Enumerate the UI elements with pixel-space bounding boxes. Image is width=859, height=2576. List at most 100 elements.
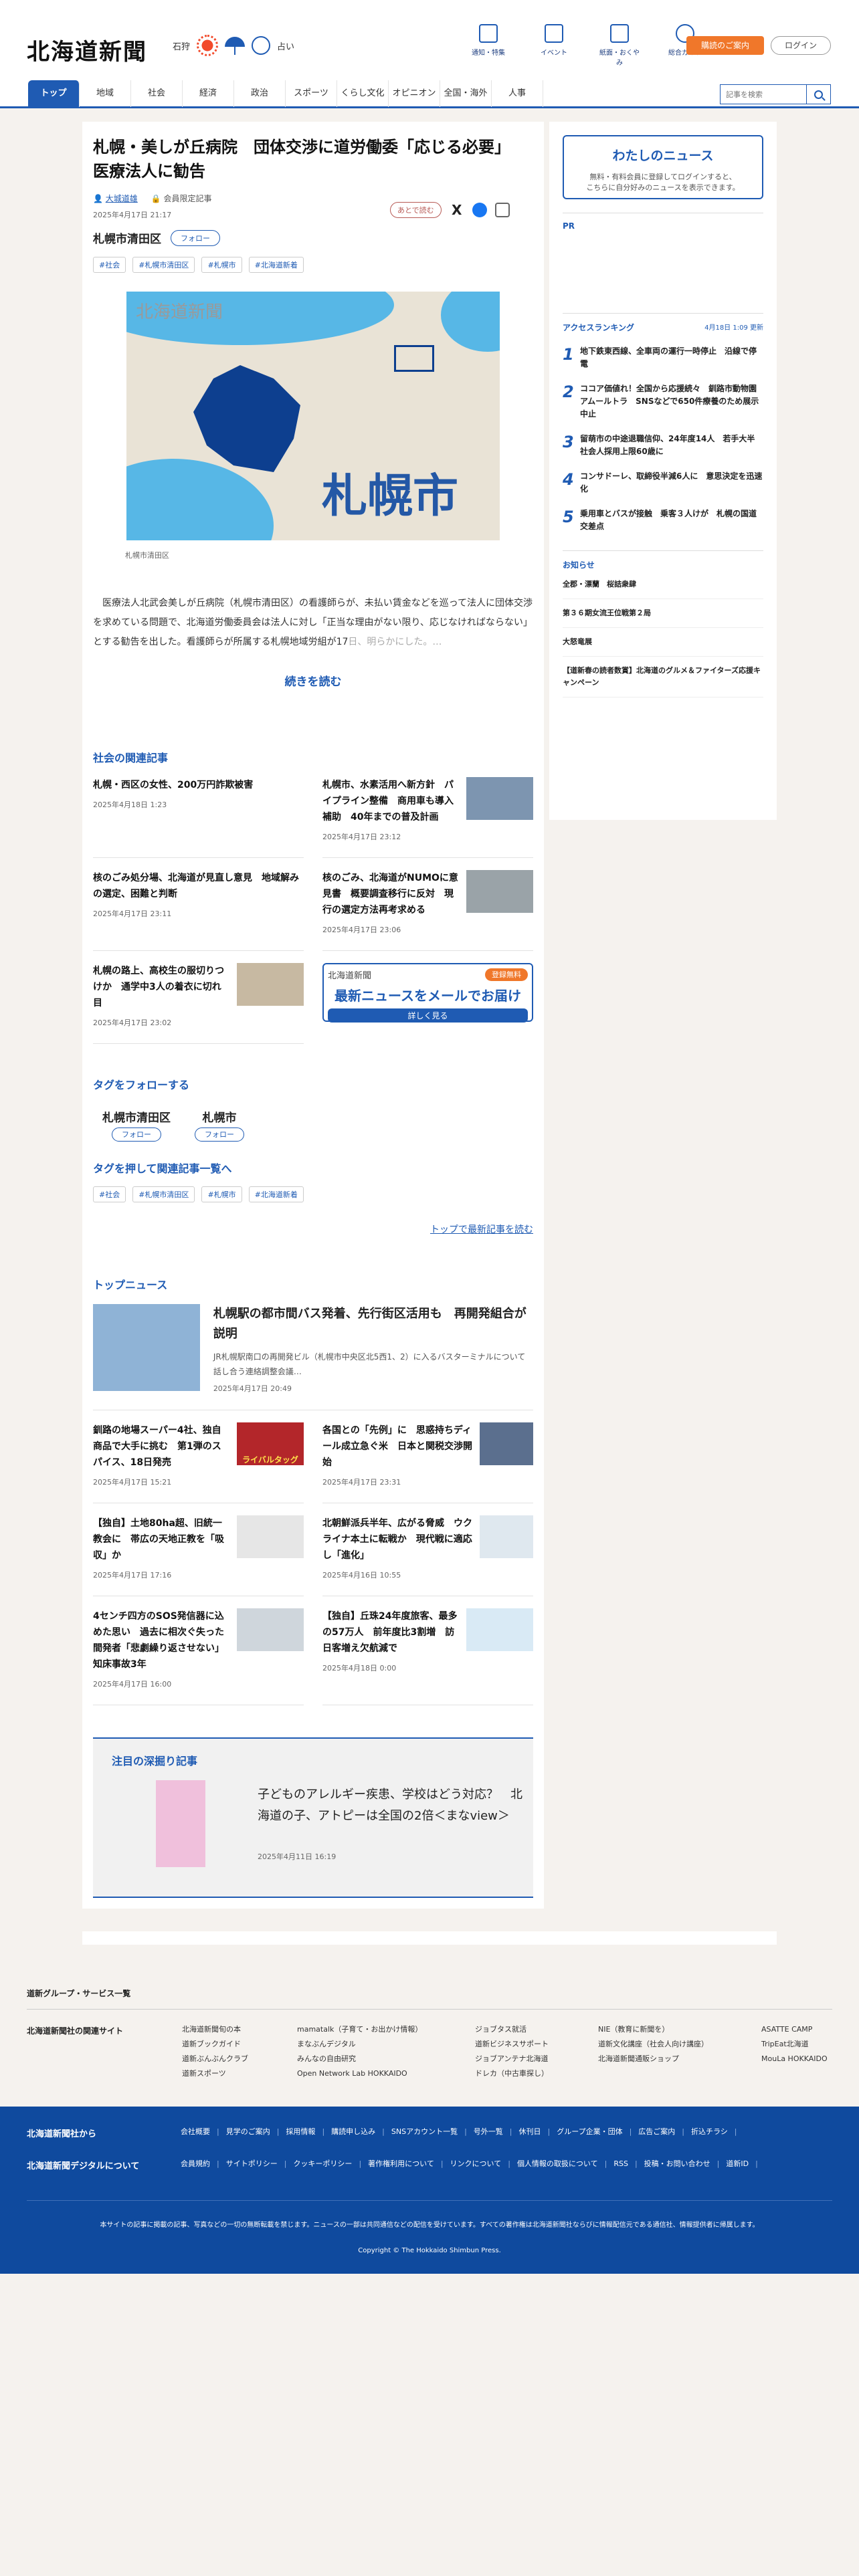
top-news-item[interactable]: 【独自】丘珠24年度旅客、最多の57万人 前年度比3割増 訪日客増え欠航減で 20… (322, 1608, 533, 1705)
follow-button[interactable]: フォロー (112, 1128, 161, 1142)
site-logo[interactable]: 北海道新聞 (27, 33, 147, 66)
footer-link[interactable]: サイトポリシー (226, 2156, 287, 2172)
x-share-icon[interactable]: X (450, 203, 464, 217)
nav-item-top[interactable]: トップ (28, 80, 80, 107)
related-item[interactable]: 核のごみ、北海道がNUMOに意見書 概要調査移行に反対 現行の選定方法再考求める… (322, 870, 533, 951)
nav-item-culture[interactable]: くらし文化 (337, 80, 389, 107)
related-item[interactable]: 札幌市、水素活用へ新方針 パイプライン整備 商用車も導入補助 40年までの普及計… (322, 777, 533, 858)
ranking-item[interactable]: 1 地下鉄東西線、全車両の運行一時停止 沿線で停電 (563, 345, 763, 370)
banner-button[interactable]: 詳しく見る (328, 1008, 528, 1023)
ranking-item[interactable]: 4 コンサドーレ、取締役半減6人に 意思決定を迅速化 (563, 470, 763, 496)
search-button[interactable] (806, 85, 830, 104)
footer-link[interactable]: 著作権利用について (368, 2156, 443, 2172)
top-latest-link[interactable]: トップで最新記事を読む (93, 1222, 533, 1236)
footer-link[interactable]: 道新ブックガイド (182, 2037, 248, 2052)
footer-link[interactable]: mamatalk（子育て・お出かけ情報） (297, 2022, 422, 2037)
top-news-item[interactable]: 北朝鮮派兵半年、広がる脅威 ウクライナ本土に転戦か 現代戦に適応し「進化」 202… (322, 1515, 533, 1596)
nav-item-region[interactable]: 地域 (80, 80, 131, 107)
footer-link[interactable]: 広告ご案内 (638, 2124, 684, 2140)
tag-link[interactable]: #札幌市 (201, 1186, 242, 1202)
ranking-item[interactable]: 5 乗用車とバスが接触 乗客３人けが 札幌の国道交差点 (563, 508, 763, 533)
fortune-label[interactable]: 占い (277, 39, 294, 52)
nav-item-sports[interactable]: スポーツ (286, 80, 337, 107)
ranking-heading[interactable]: アクセスランキング (563, 322, 634, 333)
footer-link[interactable]: TripEat北海道 (761, 2037, 828, 2052)
share-icon[interactable] (494, 203, 510, 217)
tag-link[interactable]: #北海道新着 (248, 257, 304, 273)
related-item[interactable]: 札幌の路上、高校生の服切りつけか 通学中3人の着衣に切れ目 2025年4月17日 … (93, 963, 304, 1044)
weather-widget[interactable]: 石狩 占い (173, 35, 294, 56)
read-more-button[interactable]: 続きを読む (93, 672, 533, 689)
header-paper[interactable]: 紙面・おくやみ (598, 24, 641, 67)
tag-link[interactable]: #札幌市 (201, 257, 242, 273)
footer-link[interactable]: RSS (613, 2156, 637, 2172)
notice-item[interactable]: 全郡・漂蘭 桜詰衆肆 (563, 570, 763, 599)
related-item[interactable]: 札幌・西区の女性、200万円詐欺被害 2025年4月18日 1:23 (93, 777, 304, 858)
footer-link[interactable]: 購読申し込み (331, 2124, 385, 2140)
top-news-lead[interactable]: 札幌駅の都市間バス発着、先行街区活用も 再開発組合が説明 JR札幌駅南口の再開発… (93, 1304, 533, 1410)
footer-link[interactable]: 会員規約 (181, 2156, 219, 2172)
footer-link[interactable]: 見学のご案内 (226, 2124, 280, 2140)
footer-link[interactable]: クッキーポリシー (293, 2156, 361, 2172)
nav-item-world[interactable]: 全国・海外 (440, 80, 492, 107)
follow-button[interactable]: フォロー (195, 1128, 244, 1142)
search-input[interactable] (721, 85, 806, 104)
footer-link[interactable]: ドレカ（中古車探し） (475, 2066, 549, 2081)
related-item[interactable]: 核のごみ処分場、北海道が見直し意見 地域解みの選定、困難と判断 2025年4月17… (93, 870, 304, 951)
tag-link[interactable]: #札幌市清田区 (132, 257, 195, 273)
footer-link[interactable]: 道新スポーツ (182, 2066, 248, 2081)
footer-link[interactable]: 会社概要 (181, 2124, 219, 2140)
footer-link[interactable]: リンクについて (450, 2156, 510, 2172)
nav-item-personnel[interactable]: 人事 (492, 80, 543, 107)
nav-item-society[interactable]: 社会 (131, 80, 183, 107)
footer-link[interactable]: NIE（教育に新聞を） (598, 2022, 708, 2037)
footer-link[interactable]: 休刊日 (519, 2124, 551, 2140)
read-later-button[interactable]: あとで読む (390, 202, 442, 218)
footer-link[interactable]: 道新ID (726, 2156, 757, 2172)
footer-link[interactable]: ジョブタス就活 (475, 2022, 549, 2037)
top-news-item[interactable]: 4センチ四方のSOS発信器に込めた思い 過去に相次ぐ失った間発者「悲劇繰り返させ… (93, 1608, 304, 1705)
ranking-item[interactable]: 3 留萌市の中途退職信仰、24年度14人 若手大半 社会人採用上限60歳に (563, 433, 763, 458)
feature-box[interactable]: 注目の深掘り記事 子どものアレルギー疾患、学校はどう対応？ 北海道の子、アトピー… (93, 1737, 533, 1898)
footer-link[interactable]: ジョブアンテナ北海道 (475, 2052, 549, 2066)
region-follow-button[interactable]: フォロー (171, 229, 220, 246)
nav-item-opinion[interactable]: オピニオン (389, 80, 440, 107)
top-news-item[interactable]: 各国との「先例」に 思惑持ちディール成立急ぐ米 日本と関税交渉開始 2025年4月… (322, 1422, 533, 1503)
footer-link[interactable]: 折込チラシ (691, 2124, 737, 2140)
footer-link[interactable]: 号外一覧 (474, 2124, 512, 2140)
feature-heading[interactable]: 注目の深掘り記事 (112, 1752, 514, 1768)
footer-link[interactable]: グループ企業・団体 (557, 2124, 632, 2140)
tag-link[interactable]: #社会 (93, 257, 126, 273)
footer-link[interactable]: 道新ビジネスサポート (475, 2037, 549, 2052)
footer-link[interactable]: まなぶんデジタル (297, 2037, 422, 2052)
newsletter-banner[interactable]: 北海道新聞 登録無料 最新ニュースをメールでお届け 詳しく見る (322, 963, 533, 1023)
tag-link[interactable]: #社会 (93, 1186, 126, 1202)
my-news-box[interactable]: わたしのニュース 無料・有料会員に登録してログインすると、 こちらに自分好みのニュ… (563, 135, 763, 199)
notice-item[interactable]: 第３６期女流王位戦第２局 (563, 599, 763, 628)
tag-link[interactable]: #札幌市清田区 (132, 1186, 195, 1202)
group-services-link[interactable]: 道新グループ・サービス一覧 (27, 1988, 130, 1999)
subscribe-button[interactable]: 購読のご案内 (686, 36, 764, 55)
top-news-item[interactable]: 【独自】土地80ha超、旧統一教会に 帯広の天地正教を「吸収」か 2025年4月1… (93, 1515, 304, 1596)
footer-link[interactable]: 北海道新聞通販ショップ (598, 2052, 708, 2066)
footer-link[interactable]: 個人情報の取扱について (517, 2156, 607, 2172)
footer-link[interactable]: 道新文化講座（社会人向け講座） (598, 2037, 708, 2052)
footer-link[interactable]: みんなの自由研究 (297, 2052, 422, 2066)
footer-link[interactable]: 道新ぶんぶんクラブ (182, 2052, 248, 2066)
header-notify[interactable]: 通知・特集 (467, 24, 510, 67)
header-events[interactable]: イベント (533, 24, 575, 67)
author-link[interactable]: 👤 大城道雄 (93, 193, 138, 204)
footer-link[interactable]: MouLa HOKKAIDO (761, 2052, 828, 2066)
footer-link[interactable]: 投稿・お問い合わせ (644, 2156, 720, 2172)
footer-link[interactable]: 採用情報 (286, 2124, 324, 2140)
footer-link[interactable]: Open Network Lab HOKKAIDO (297, 2066, 422, 2081)
facebook-share-icon[interactable] (472, 203, 487, 217)
footer-link[interactable]: SNSアカウント一覧 (391, 2124, 467, 2140)
footer-link[interactable]: 北海道新聞旬の本 (182, 2022, 248, 2037)
notice-item[interactable]: 大怒竜展 (563, 628, 763, 657)
ranking-item[interactable]: 2 ココア価値れ！全国から応援続々 釧路市動物園アムールトラ SNSなどで650件… (563, 383, 763, 421)
notice-heading[interactable]: お知らせ (563, 559, 763, 570)
tag-link[interactable]: #北海道新着 (248, 1186, 304, 1202)
top-news-item[interactable]: 釧路の地場スーパー4社、独自商品で大手に挑む 第1弾のスパイス、18日発売 202… (93, 1422, 304, 1503)
login-button[interactable]: ログイン (771, 36, 831, 55)
